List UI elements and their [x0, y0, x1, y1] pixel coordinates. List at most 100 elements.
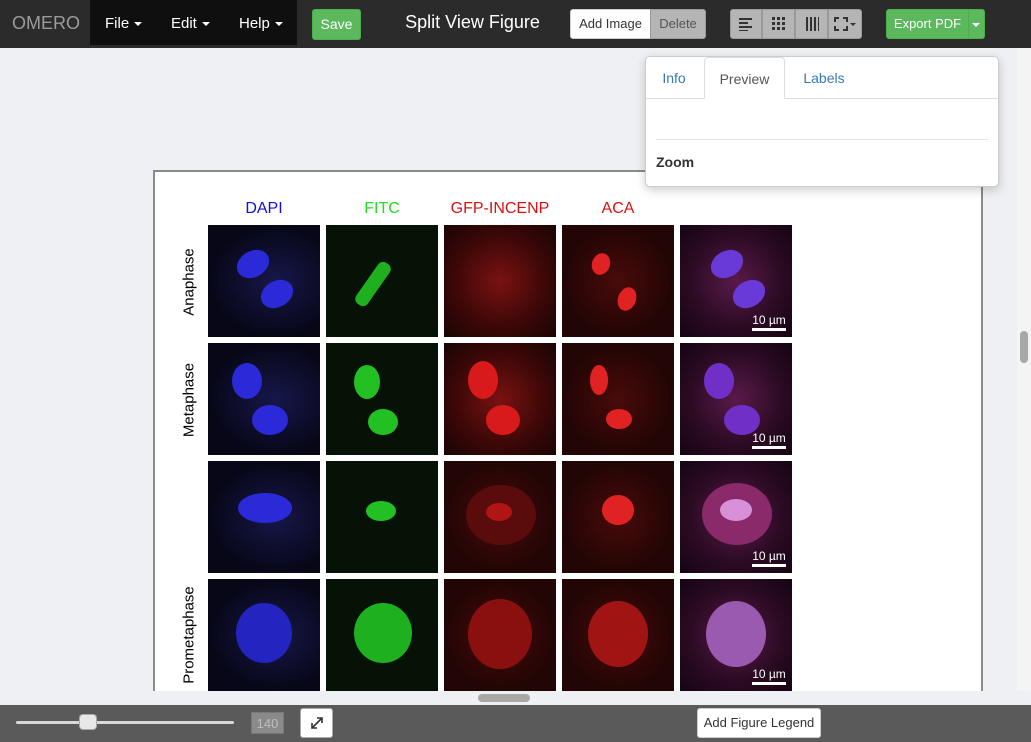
signal-shape — [588, 250, 614, 278]
signal-shape — [468, 361, 498, 399]
zoom-value: 140 — [251, 712, 284, 734]
fullscreen-dropdown[interactable] — [828, 9, 862, 39]
signal-shape — [366, 501, 396, 521]
nucleus-shape — [704, 363, 734, 399]
image-panel[interactable] — [444, 579, 556, 691]
scale-bar: 10 µm — [752, 431, 786, 449]
image-panel[interactable] — [444, 225, 556, 337]
scale-bar-line — [752, 564, 786, 567]
merged-image-panel[interactable]: 10 µm — [680, 225, 792, 337]
signal-shape — [354, 365, 380, 399]
channel-label-aca: ACA — [601, 200, 635, 217]
footer-bar: 140 Add Figure Legend — [0, 705, 1031, 742]
scale-bar-label: 10 µm — [752, 313, 786, 327]
vertical-scroll-thumb[interactable] — [1020, 331, 1028, 363]
image-panel[interactable] — [444, 461, 556, 573]
row-label-text: Prometaphase — [180, 586, 198, 684]
figure-page[interactable]: DAPI FITC GFP-INCENP ACA Anaphase Metaph… — [153, 170, 983, 691]
row-label-text: Anaphase — [180, 248, 198, 316]
merged-image-panel[interactable]: 10 µm — [680, 579, 792, 691]
app-brand: OMERO — [12, 13, 81, 33]
signal-shape — [720, 499, 752, 521]
scale-bar-label: 10 µm — [752, 667, 786, 681]
add-image-button[interactable]: Add Image — [570, 9, 651, 39]
image-panel[interactable] — [562, 343, 674, 455]
image-panel[interactable] — [326, 579, 438, 691]
nucleus-shape — [727, 274, 771, 314]
signal-shape — [614, 284, 640, 314]
row-label-text: Metaphase — [180, 362, 198, 438]
expand-icon — [311, 717, 323, 729]
image-panel[interactable] — [208, 343, 320, 455]
add-figure-legend-button[interactable]: Add Figure Legend — [697, 708, 821, 738]
scale-bar: 10 µm — [752, 313, 786, 331]
nucleus-shape — [252, 405, 288, 435]
zoom-slider[interactable] — [16, 721, 234, 724]
image-panel[interactable] — [326, 225, 438, 337]
signal-shape — [606, 409, 632, 429]
signal-shape — [368, 409, 398, 435]
image-panel[interactable] — [208, 461, 320, 573]
signal-shape — [486, 405, 520, 435]
merged-image-panel[interactable]: 10 µm — [680, 343, 792, 455]
properties-popover: Info Preview Labels Zoom — [645, 56, 999, 187]
delete-button[interactable]: Delete — [650, 9, 706, 39]
nucleus-shape — [232, 363, 262, 399]
scale-bar: 10 µm — [752, 549, 786, 567]
image-panel[interactable] — [208, 579, 320, 691]
nucleus-shape — [705, 244, 749, 284]
align-left-icon — [739, 18, 752, 31]
channel-label-fitc: FITC — [364, 200, 400, 217]
section-divider — [656, 139, 988, 140]
scale-bar-label: 10 µm — [752, 431, 786, 445]
zoom-slider-handle[interactable] — [78, 714, 97, 730]
nucleus-shape — [238, 493, 292, 523]
edit-menu[interactable]: Edit — [171, 15, 210, 32]
edit-menu-label: Edit — [171, 15, 197, 32]
image-panel[interactable] — [208, 225, 320, 337]
image-panel[interactable] — [444, 343, 556, 455]
scale-bar-line — [752, 682, 786, 685]
chevron-down-icon — [201, 22, 210, 27]
image-panel[interactable] — [562, 579, 674, 691]
vertical-scrollbar[interactable] — [1017, 48, 1031, 691]
help-menu[interactable]: Help — [239, 15, 283, 32]
signal-shape — [602, 495, 634, 525]
image-panel[interactable] — [326, 343, 438, 455]
align-left-button[interactable] — [730, 9, 762, 39]
signal-shape — [588, 601, 648, 667]
export-dropdown-toggle[interactable] — [968, 9, 985, 39]
image-panel[interactable] — [326, 461, 438, 573]
tab-info[interactable]: Info — [662, 57, 686, 99]
top-toolbar: OMERO File Edit Help Save Split View Fig… — [0, 0, 1031, 48]
scale-bar-label: 10 µm — [752, 549, 786, 563]
export-pdf-button[interactable]: Export PDF — [886, 9, 969, 39]
signal-shape — [352, 259, 394, 309]
nucleus-shape — [231, 244, 275, 284]
grid-button[interactable] — [762, 9, 795, 39]
scale-bar: 10 µm — [752, 667, 786, 685]
save-button[interactable]: Save — [312, 9, 361, 40]
fullscreen-icon — [834, 17, 856, 31]
image-panel[interactable] — [562, 461, 674, 573]
file-menu-label: File — [105, 15, 130, 32]
scale-bar-line — [752, 328, 786, 331]
zoom-to-fit-button[interactable] — [300, 708, 333, 738]
nucleus-shape — [706, 601, 766, 667]
columns-icon — [805, 17, 819, 31]
channel-label-dapi: DAPI — [245, 200, 283, 217]
file-menu[interactable]: File — [105, 15, 143, 32]
figure-title[interactable]: Split View Figure — [380, 12, 565, 33]
image-panel[interactable] — [562, 225, 674, 337]
chevron-down-icon — [134, 22, 143, 27]
zoom-label: Zoom — [656, 154, 695, 170]
chevron-down-icon — [274, 22, 283, 27]
channel-label-gfp-incenp: GFP-INCENP — [450, 200, 550, 217]
signal-shape — [486, 503, 512, 521]
merged-image-panel[interactable]: 10 µm — [680, 461, 792, 573]
tab-labels[interactable]: Labels — [802, 57, 846, 99]
horizontal-scroll-thumb[interactable] — [478, 694, 530, 702]
grid-icon — [771, 17, 785, 30]
tab-preview[interactable]: Preview — [704, 57, 785, 99]
columns-button[interactable] — [795, 9, 828, 39]
